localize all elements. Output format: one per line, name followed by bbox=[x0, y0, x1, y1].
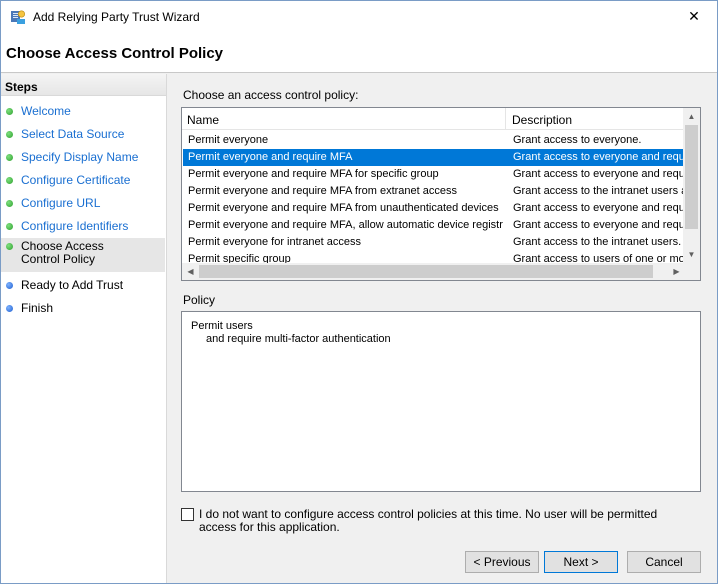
scroll-left-icon[interactable]: ◀ bbox=[182, 263, 199, 280]
step-complete-icon bbox=[6, 223, 13, 230]
row-description: Grant access to everyone and requir bbox=[513, 202, 685, 214]
list-row[interactable]: Permit everyone Grant access to everyone… bbox=[183, 132, 685, 149]
page-title: Choose Access Control Policy bbox=[6, 45, 224, 62]
step-finish: Finish bbox=[1, 300, 165, 315]
close-icon: ✕ bbox=[688, 8, 700, 24]
main-content: Choose an access control policy: Name De… bbox=[167, 74, 717, 544]
next-button[interactable]: Next > bbox=[544, 551, 618, 573]
step-complete-icon bbox=[6, 200, 13, 207]
vertical-scroll-thumb[interactable] bbox=[685, 125, 698, 229]
step-pending-icon bbox=[6, 282, 13, 289]
scroll-corner bbox=[683, 263, 700, 280]
row-name: Permit everyone and require MFA from ext… bbox=[188, 185, 458, 197]
list-row-selected[interactable]: Permit everyone and require MFA Grant ac… bbox=[183, 149, 685, 166]
step-label: Select Data Source bbox=[21, 127, 125, 141]
policy-text-line: and require multi-factor authentication bbox=[206, 333, 391, 345]
policy-list[interactable]: Name Description Permit everyone Grant a… bbox=[181, 107, 701, 281]
step-complete-icon bbox=[6, 131, 13, 138]
horizontal-scrollbar[interactable]: ◀ ▶ bbox=[182, 263, 685, 280]
horizontal-scroll-thumb[interactable] bbox=[199, 265, 653, 278]
step-configure-certificate[interactable]: Configure Certificate bbox=[1, 172, 165, 187]
step-pending-icon bbox=[6, 305, 13, 312]
step-configure-url[interactable]: Configure URL bbox=[1, 195, 165, 210]
step-specify-display-name[interactable]: Specify Display Name bbox=[1, 149, 165, 164]
scroll-down-icon[interactable]: ▼ bbox=[683, 246, 700, 263]
step-label: Choose Access Control Policy bbox=[21, 239, 104, 266]
title-bar: Add Relying Party Trust Wizard ✕ bbox=[1, 1, 717, 33]
wizard-window: Add Relying Party Trust Wizard ✕ Choose … bbox=[0, 0, 718, 584]
row-name: Permit everyone and require MFA from una… bbox=[188, 202, 499, 214]
step-label: Finish bbox=[21, 301, 54, 315]
adfs-app-icon bbox=[11, 10, 26, 24]
skip-policy-checkbox[interactable] bbox=[181, 508, 194, 521]
list-row[interactable]: Permit everyone and require MFA, allow a… bbox=[183, 217, 685, 234]
window-title: Add Relying Party Trust Wizard bbox=[33, 10, 200, 24]
previous-button[interactable]: < Previous bbox=[465, 551, 539, 573]
steps-heading: Steps bbox=[1, 74, 166, 96]
step-label: Configure Certificate bbox=[21, 173, 131, 187]
cancel-button[interactable]: Cancel bbox=[627, 551, 701, 573]
row-description: Grant access to everyone and requir bbox=[513, 219, 685, 231]
step-complete-icon bbox=[6, 108, 13, 115]
list-header: Name Description bbox=[182, 108, 686, 130]
choose-policy-label: Choose an access control policy: bbox=[183, 88, 359, 102]
step-label: Specify Display Name bbox=[21, 150, 139, 164]
step-welcome[interactable]: Welcome bbox=[1, 103, 165, 118]
step-select-data-source[interactable]: Select Data Source bbox=[1, 126, 165, 141]
row-name: Permit everyone and require MFA, allow a… bbox=[188, 219, 503, 231]
step-complete-icon bbox=[6, 243, 13, 250]
step-configure-identifiers[interactable]: Configure Identifiers bbox=[1, 218, 165, 233]
row-description: Grant access to everyone and requir bbox=[513, 168, 685, 180]
row-name: Permit everyone for intranet access bbox=[188, 236, 362, 248]
steps-heading-label: Steps bbox=[5, 80, 38, 94]
policy-text-line: Permit users bbox=[191, 320, 253, 332]
wizard-header: Choose Access Control Policy bbox=[1, 33, 717, 73]
row-description: Grant access to the intranet users ar bbox=[513, 185, 685, 197]
column-header-description[interactable]: Description bbox=[507, 108, 686, 130]
list-row[interactable]: Permit everyone and require MFA from una… bbox=[183, 200, 685, 217]
step-complete-icon bbox=[6, 154, 13, 161]
row-description: Grant access to the intranet users. bbox=[513, 236, 682, 248]
step-choose-access-control-policy: Choose Access Control Policy bbox=[1, 238, 165, 272]
scroll-up-icon[interactable]: ▲ bbox=[683, 108, 700, 125]
step-ready-to-add-trust: Ready to Add Trust bbox=[1, 277, 165, 292]
step-complete-icon bbox=[6, 177, 13, 184]
row-description: Grant access to everyone. bbox=[513, 134, 642, 146]
step-label: Configure Identifiers bbox=[21, 219, 129, 233]
row-description: Grant access to everyone and requir bbox=[513, 151, 685, 163]
step-label: Ready to Add Trust bbox=[21, 278, 124, 292]
row-name: Permit everyone and require MFA bbox=[188, 151, 353, 163]
list-row[interactable]: Permit everyone and require MFA for spec… bbox=[183, 166, 685, 183]
step-label: Welcome bbox=[21, 104, 71, 118]
row-name: Permit everyone and require MFA for spec… bbox=[188, 168, 439, 180]
policy-preview: Permit users and require multi-factor au… bbox=[181, 311, 701, 492]
vertical-scrollbar[interactable]: ▲ ▼ bbox=[683, 108, 700, 263]
close-button[interactable]: ✕ bbox=[671, 1, 717, 32]
row-name: Permit everyone bbox=[188, 134, 269, 146]
wizard-footer: < Previous Next > Cancel bbox=[167, 544, 717, 583]
skip-policy-label[interactable]: I do not want to configure access contro… bbox=[199, 508, 689, 534]
list-row[interactable]: Permit everyone for intranet access Gran… bbox=[183, 234, 685, 251]
step-label: Configure URL bbox=[21, 196, 101, 210]
column-header-name[interactable]: Name bbox=[182, 108, 506, 130]
steps-sidebar: Steps Welcome Select Data Source Specify… bbox=[1, 74, 167, 583]
policy-label: Policy bbox=[183, 293, 216, 307]
list-row[interactable]: Permit everyone and require MFA from ext… bbox=[183, 183, 685, 200]
